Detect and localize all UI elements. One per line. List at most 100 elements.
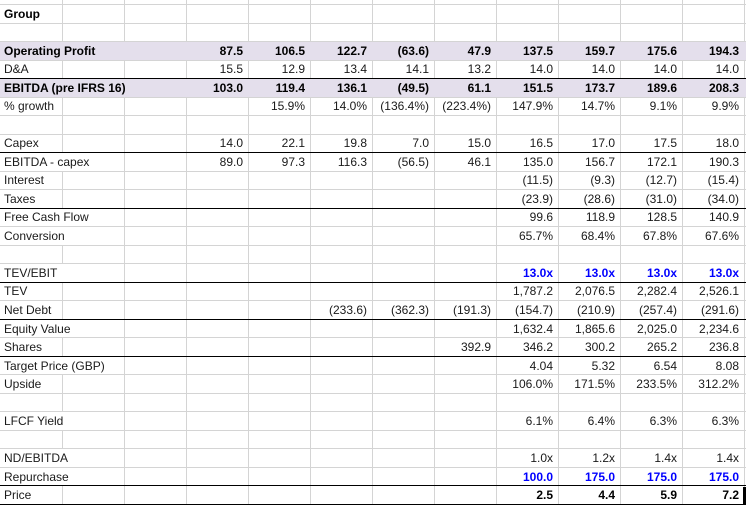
cell[interactable] [435, 5, 497, 23]
value-cell[interactable]: 14.1 [373, 60, 435, 79]
cell[interactable] [373, 393, 435, 412]
value-cell[interactable]: 100.0 [497, 467, 559, 486]
cell[interactable] [249, 245, 311, 264]
cell[interactable] [559, 5, 621, 23]
value-cell[interactable]: (63.6) [373, 42, 435, 60]
cell[interactable] [125, 282, 187, 301]
cell[interactable] [435, 412, 497, 430]
value-cell[interactable]: 233.5% [621, 375, 683, 393]
cell[interactable] [0, 116, 63, 134]
cell[interactable] [187, 227, 249, 245]
cell[interactable] [0, 393, 63, 412]
value-cell[interactable]: 13.0x [497, 264, 559, 282]
cell[interactable] [187, 449, 249, 467]
cell[interactable] [559, 0, 621, 4]
value-cell[interactable]: 175.6 [621, 42, 683, 60]
row-label[interactable]: Operating Profit [0, 42, 125, 60]
cell[interactable] [125, 412, 187, 430]
value-cell[interactable]: (23.9) [497, 190, 559, 208]
cell[interactable] [311, 338, 373, 356]
cell[interactable] [373, 282, 435, 301]
value-cell[interactable]: 99.6 [497, 208, 559, 227]
value-cell[interactable]: (31.0) [621, 190, 683, 208]
cell[interactable] [373, 412, 435, 430]
cell[interactable] [311, 375, 373, 393]
value-cell[interactable]: (223.4%) [435, 97, 497, 116]
cell[interactable] [621, 5, 683, 23]
cell[interactable] [373, 171, 435, 190]
cell[interactable] [373, 116, 435, 134]
value-cell[interactable]: 1,787.2 [497, 282, 559, 301]
row-label[interactable]: EBITDA (pre IFRS 16) [0, 79, 187, 97]
cell[interactable] [187, 338, 249, 356]
cell[interactable] [0, 430, 63, 449]
cell[interactable] [187, 319, 249, 338]
cell[interactable] [125, 467, 187, 486]
cell[interactable] [311, 486, 373, 504]
value-cell[interactable]: 147.9% [497, 97, 559, 116]
value-cell[interactable]: 87.5 [187, 42, 249, 60]
cell[interactable] [311, 319, 373, 338]
value-cell[interactable]: 208.3 [683, 79, 745, 97]
value-cell[interactable]: 67.6% [683, 227, 745, 245]
value-cell[interactable]: 6.1% [497, 412, 559, 430]
value-cell[interactable]: (49.5) [373, 79, 435, 97]
value-cell[interactable]: 137.5 [497, 42, 559, 60]
cell[interactable] [373, 264, 435, 282]
cell[interactable] [435, 449, 497, 467]
value-cell[interactable]: 190.3 [683, 153, 745, 171]
value-cell[interactable]: 136.1 [311, 79, 373, 97]
value-cell[interactable]: (12.7) [621, 171, 683, 190]
row-label[interactable]: EBITDA - capex [0, 153, 125, 171]
value-cell[interactable]: 68.4% [559, 227, 621, 245]
value-cell[interactable]: 2,025.0 [621, 319, 683, 338]
value-cell[interactable]: 17.5 [621, 134, 683, 153]
cell[interactable] [249, 5, 311, 23]
row-label[interactable]: ND/EBITDA [0, 449, 125, 467]
value-cell[interactable]: 12.9 [249, 60, 311, 79]
value-cell[interactable]: (362.3) [373, 301, 435, 319]
cell[interactable] [373, 375, 435, 393]
cell[interactable] [311, 449, 373, 467]
cell[interactable] [373, 245, 435, 264]
cell[interactable] [187, 208, 249, 227]
row-label[interactable]: Equity Value [0, 319, 125, 338]
cell[interactable] [249, 23, 311, 42]
cell[interactable] [311, 412, 373, 430]
value-cell[interactable]: 18.0 [683, 134, 745, 153]
cell[interactable] [683, 0, 745, 4]
cell[interactable] [373, 449, 435, 467]
value-cell[interactable]: 5.32 [559, 356, 621, 375]
cell[interactable] [311, 467, 373, 486]
value-cell[interactable]: 15.9% [249, 97, 311, 116]
value-cell[interactable]: 13.0x [621, 264, 683, 282]
value-cell[interactable]: (210.9) [559, 301, 621, 319]
value-cell[interactable]: 175.0 [683, 467, 745, 486]
value-cell[interactable]: (136.4%) [373, 97, 435, 116]
value-cell[interactable]: 265.2 [621, 338, 683, 356]
value-cell[interactable]: (15.4) [683, 171, 745, 190]
row-label[interactable]: Conversion [0, 227, 125, 245]
value-cell[interactable]: 175.0 [559, 467, 621, 486]
cell[interactable] [311, 245, 373, 264]
cell[interactable] [249, 430, 311, 449]
cell[interactable] [249, 282, 311, 301]
cell[interactable] [187, 264, 249, 282]
value-cell[interactable]: 300.2 [559, 338, 621, 356]
cell[interactable] [187, 375, 249, 393]
cell[interactable] [125, 0, 187, 4]
cell[interactable] [249, 486, 311, 504]
value-cell[interactable]: (9.3) [559, 171, 621, 190]
value-cell[interactable]: 4.4 [559, 486, 621, 504]
cell[interactable] [187, 190, 249, 208]
row-label[interactable]: Capex [0, 134, 63, 153]
cell[interactable] [435, 116, 497, 134]
cell[interactable] [621, 0, 683, 4]
row-label[interactable]: Repurchase [0, 467, 125, 486]
value-cell[interactable]: 6.3% [683, 412, 745, 430]
value-cell[interactable]: 128.5 [621, 208, 683, 227]
value-cell[interactable]: 17.0 [559, 134, 621, 153]
value-cell[interactable]: 140.9 [683, 208, 745, 227]
value-cell[interactable]: 2,526.1 [683, 282, 745, 301]
value-cell[interactable]: 14.7% [559, 97, 621, 116]
